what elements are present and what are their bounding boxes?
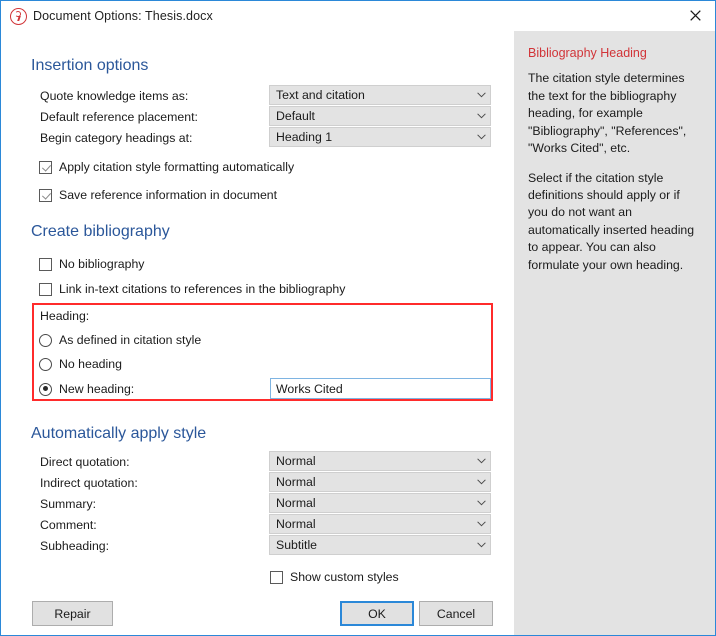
dropdown-value: Default [276,109,315,123]
chevron-down-icon [472,134,490,140]
checkbox-box-icon [39,257,52,271]
checkbox-box-checked-icon [39,160,52,174]
new-heading-input[interactable] [270,378,491,399]
radio-circle-icon [39,333,52,347]
radio-circle-icon [39,357,52,371]
label-quote-knowledge-items-as: Quote knowledge items as: [40,89,189,103]
checkbox-show-custom-styles[interactable]: Show custom styles [270,570,399,584]
dropdown-value: Subtitle [276,538,318,552]
cancel-button[interactable]: Cancel [419,601,493,626]
chevron-down-icon [472,479,490,485]
checkbox-label: No bibliography [59,257,145,271]
repair-button[interactable]: Repair [32,601,113,626]
checkbox-box-icon [270,570,283,584]
dropdown-comment[interactable]: Normal [269,514,491,534]
document-options-dialog: Document Options: Thesis.docx Insertion … [0,0,716,636]
chevron-down-icon [472,500,490,506]
help-panel-title: Bibliography Heading [528,46,647,60]
close-button[interactable] [673,1,715,30]
checkbox-save-reference-information[interactable]: Save reference information in document [39,188,277,202]
citavi-logo-icon [10,7,27,25]
radio-new-heading[interactable]: New heading: [39,382,134,396]
dropdown-value: Text and citation [276,88,365,102]
help-panel-paragraph: The citation style determines the text f… [528,71,687,156]
dropdown-indirect-quotation[interactable]: Normal [269,472,491,492]
help-panel: Bibliography Heading The citation style … [514,31,715,635]
section-title-create-bibliography: Create bibliography [31,223,170,240]
checkbox-box-checked-icon [39,188,52,202]
radio-as-defined-in-citation-style[interactable]: As defined in citation style [39,333,201,347]
checkbox-apply-citation-style-formatting[interactable]: Apply citation style formatting automati… [39,160,294,174]
title-bar: Document Options: Thesis.docx [1,1,715,31]
checkbox-label: Save reference information in document [59,188,278,202]
dropdown-value: Normal [276,496,316,510]
label-begin-category-headings-at: Begin category headings at: [40,131,193,145]
chevron-down-icon [472,521,490,527]
radio-circle-selected-icon [39,382,52,396]
dropdown-begin-category-headings-at[interactable]: Heading 1 [269,127,491,147]
chevron-down-icon [472,92,490,98]
close-icon [689,10,701,21]
dropdown-value: Normal [276,517,316,531]
radio-label: New heading: [59,382,135,396]
checkbox-label: Link in-text citations to references in … [59,282,346,296]
checkbox-label: Show custom styles [290,570,399,584]
label-comment: Comment: [40,518,97,532]
section-title-insertion-options: Insertion options [31,57,149,74]
checkbox-box-icon [39,282,52,296]
dropdown-quote-knowledge-items-as[interactable]: Text and citation [269,85,491,105]
window-title: Document Options: Thesis.docx [33,9,213,23]
dropdown-value: Heading 1 [276,130,333,144]
chevron-down-icon [472,542,490,548]
section-title-automatically-apply-style: Automatically apply style [31,425,207,442]
dropdown-summary[interactable]: Normal [269,493,491,513]
radio-no-heading[interactable]: No heading [39,357,122,371]
checkbox-no-bibliography[interactable]: No bibliography [39,257,144,271]
dropdown-subheading[interactable]: Subtitle [269,535,491,555]
label-indirect-quotation: Indirect quotation: [40,476,138,490]
chevron-down-icon [472,113,490,119]
dropdown-default-reference-placement[interactable]: Default [269,106,491,126]
checkbox-label: Apply citation style formatting automati… [59,160,295,174]
checkbox-link-in-text-citations[interactable]: Link in-text citations to references in … [39,282,345,296]
label-summary: Summary: [40,497,97,511]
label-direct-quotation: Direct quotation: [40,455,130,469]
radio-label: As defined in citation style [59,333,202,347]
chevron-down-icon [472,458,490,464]
help-panel-paragraph: Select if the citation style definitions… [528,170,695,272]
dropdown-value: Normal [276,454,316,468]
label-default-reference-placement: Default reference placement: [40,110,198,124]
radio-label: No heading [59,357,122,371]
dropdown-direct-quotation[interactable]: Normal [269,451,491,471]
label-subheading: Subheading: [40,539,110,553]
options-content: Insertion options Quote knowledge items … [2,31,514,635]
label-heading-group: Heading: [40,309,90,323]
ok-button[interactable]: OK [340,601,414,626]
dropdown-value: Normal [276,475,316,489]
